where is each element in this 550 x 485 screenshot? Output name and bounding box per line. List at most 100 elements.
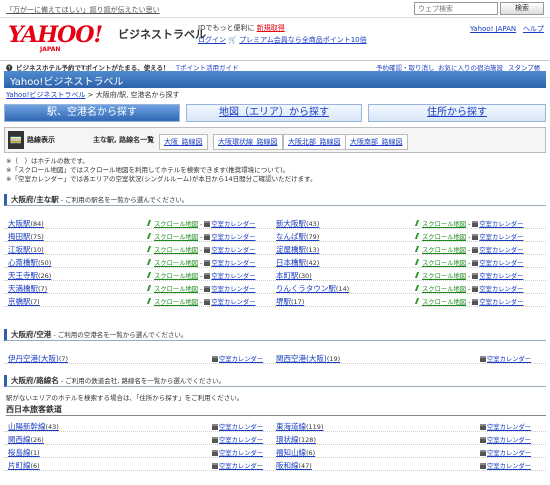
station-link[interactable]: りんくうタウン駅(14) — [276, 283, 349, 294]
scroll-map-icon — [146, 259, 155, 265]
station-link[interactable]: 江坂駅(10) — [8, 244, 44, 255]
search-button[interactable]: 検索 — [500, 2, 544, 15]
vacancy-calendar-link[interactable]: 空室カレンダー — [487, 450, 531, 457]
station-link[interactable]: 山陽新幹線(43) — [8, 421, 59, 432]
vacancy-calendar-link[interactable]: 空室カレンダー — [211, 221, 255, 228]
station-link[interactable]: なんば駅(79) — [276, 231, 319, 242]
scroll-map-icon — [146, 298, 155, 304]
route-map-north[interactable]: 大阪北部_路線図 — [283, 134, 346, 150]
station-link[interactable]: 淀屋橋駅(13) — [276, 244, 319, 255]
station-link[interactable]: 伊丹空港(大阪)(7) — [8, 353, 68, 364]
tab-station[interactable]: 駅、空港名から探す — [4, 104, 180, 122]
calendar-icon — [472, 234, 479, 240]
station-link[interactable]: 関西空港(大阪)(19) — [276, 353, 340, 364]
station-link[interactable]: 東海道線(119) — [276, 421, 323, 432]
scroll-map-icon — [414, 272, 423, 278]
station-name: 関西空港(大阪) — [276, 354, 327, 363]
scroll-map-link[interactable]: スクロール地図 — [154, 234, 198, 241]
promo-line-1: IDでもっと便利に 新規取得 — [198, 23, 285, 33]
vacancy-calendar-link[interactable]: 空室カレンダー — [479, 247, 523, 254]
scroll-map-link[interactable]: スクロール地図 — [422, 221, 466, 228]
scroll-map-icon — [414, 285, 423, 291]
station-link[interactable]: 福知山線(6) — [276, 447, 315, 458]
station-name: 福知山線 — [276, 448, 306, 457]
station-link[interactable]: 京橋駅(7) — [8, 296, 40, 307]
station-link[interactable]: 本町駅(30) — [276, 270, 312, 281]
scroll-map-link[interactable]: スクロール地図 — [154, 221, 198, 228]
vacancy-calendar-link[interactable]: 空室カレンダー — [211, 247, 255, 254]
station-link[interactable]: 関西線(26) — [8, 434, 44, 445]
station-link[interactable]: 天満橋駅(7) — [8, 283, 47, 294]
vacancy-calendar-link[interactable]: 空室カレンダー — [219, 437, 263, 444]
register-link[interactable]: 新規取得 — [257, 24, 285, 32]
vacancy-calendar-link[interactable]: 空室カレンダー — [211, 234, 255, 241]
yahoo-japan-link[interactable]: Yahoo! JAPAN — [470, 25, 516, 33]
search-input[interactable] — [414, 2, 498, 15]
vacancy-calendar-link[interactable]: 空室カレンダー — [479, 273, 523, 280]
scroll-map-link[interactable]: スクロール地図 — [422, 234, 466, 241]
calendar-icon — [204, 221, 211, 227]
hotel-count: (14) — [335, 285, 350, 293]
vacancy-calendar-link[interactable]: 空室カレンダー — [211, 260, 255, 267]
tab-address[interactable]: 住所から探す — [368, 104, 546, 122]
help-link[interactable]: ヘルプ — [523, 25, 544, 33]
login-link[interactable]: ログイン — [198, 36, 226, 44]
vacancy-calendar-link[interactable]: 空室カレンダー — [479, 221, 523, 228]
note-line-1: ※（ ）はホテルの数です。 — [6, 157, 89, 165]
scroll-map-link[interactable]: スクロール地図 — [422, 247, 466, 254]
vacancy-calendar-link[interactable]: 空室カレンダー — [487, 437, 531, 444]
vacancy-calendar-link[interactable]: 空室カレンダー — [487, 424, 531, 431]
premium-link[interactable]: プレミアム会員なら全商品ポイント10倍 — [239, 36, 366, 44]
scroll-map-link[interactable]: スクロール地図 — [422, 286, 466, 293]
vacancy-calendar-link[interactable]: 空室カレンダー — [479, 260, 523, 267]
hotel-count: (119) — [306, 423, 324, 431]
route-map-south[interactable]: 大阪南部_路線図 — [345, 134, 408, 150]
station-name: 京橋駅 — [8, 297, 31, 306]
yahoo-logo[interactable]: YAHOO! — [8, 22, 103, 48]
scroll-map-link[interactable]: スクロール地図 — [154, 247, 198, 254]
calendar-icon — [212, 450, 218, 456]
scroll-map-link[interactable]: スクロール地図 — [422, 260, 466, 267]
station-link[interactable]: 大阪駅(84) — [8, 218, 44, 229]
vacancy-calendar-link[interactable]: 空室カレンダー — [219, 450, 263, 457]
vacancy-calendar-link[interactable]: 空室カレンダー — [219, 424, 263, 431]
station-link[interactable]: 新大阪駅(43) — [276, 218, 319, 229]
slogan-link[interactable]: 「万が一に備えてほしい」謳り謳が伝えたい思い — [6, 5, 160, 15]
vacancy-calendar-link[interactable]: 空室カレンダー — [211, 273, 255, 280]
row-actions: スクロール地図 - 空室カレンダー — [414, 219, 523, 228]
vacancy-calendar-link[interactable]: 空室カレンダー — [219, 463, 263, 470]
station-link[interactable]: 天王寺駅(26) — [8, 270, 51, 281]
vacancy-calendar-link[interactable]: 空室カレンダー — [211, 286, 255, 293]
tab-map[interactable]: 地図（エリア）から探す — [186, 104, 362, 122]
station-link[interactable]: 片町線(6) — [8, 460, 40, 471]
station-link[interactable]: 日本橋駅(42) — [276, 257, 319, 268]
vacancy-calendar-link[interactable]: 空室カレンダー — [211, 299, 255, 306]
scroll-map-link[interactable]: スクロール地図 — [154, 273, 198, 280]
station-link[interactable]: 桜島線(1) — [8, 447, 40, 458]
scroll-map-link[interactable]: スクロール地図 — [154, 286, 198, 293]
station-link[interactable]: 環状線(128) — [276, 434, 316, 445]
station-link[interactable]: 心斎橋駅(50) — [8, 257, 51, 268]
vacancy-calendar-link[interactable]: 空室カレンダー — [479, 234, 523, 241]
station-link[interactable]: 阪和線(47) — [276, 460, 312, 471]
vacancy-calendar-link[interactable]: 空室カレンダー — [219, 356, 263, 363]
scroll-map-link[interactable]: スクロール地図 — [154, 299, 198, 306]
list-row: 京橋駅(7) スクロール地図 - 空室カレンダー 堺駅(17) スクロール地図 - 空… — [4, 294, 546, 307]
scroll-map-icon — [146, 233, 155, 239]
scroll-map-link[interactable]: スクロール地図 — [422, 273, 466, 280]
vacancy-calendar-link[interactable]: 空室カレンダー — [479, 286, 523, 293]
route-map-osaka[interactable]: 大阪_路線図 — [159, 134, 208, 150]
promo-text: IDでもっと便利に — [198, 24, 255, 32]
calendar-icon — [204, 286, 211, 292]
scroll-map-link[interactable]: スクロール地図 — [422, 299, 466, 306]
vacancy-calendar-link[interactable]: 空室カレンダー — [487, 356, 531, 363]
station-link[interactable]: 梅田駅(75) — [8, 231, 44, 242]
hotel-count: (50) — [38, 259, 52, 267]
scroll-map-link[interactable]: スクロール地図 — [154, 260, 198, 267]
vacancy-calendar-link[interactable]: 空室カレンダー — [487, 463, 531, 470]
cart-icon: 🛒 — [228, 36, 237, 44]
vacancy-calendar-link[interactable]: 空室カレンダー — [479, 299, 523, 306]
station-link[interactable]: 堺駅(17) — [276, 296, 304, 307]
route-map-loop[interactable]: 大阪環状線_路線図 — [213, 134, 283, 150]
breadcrumb-home[interactable]: Yahoo!ビジネストラベル — [6, 91, 85, 99]
